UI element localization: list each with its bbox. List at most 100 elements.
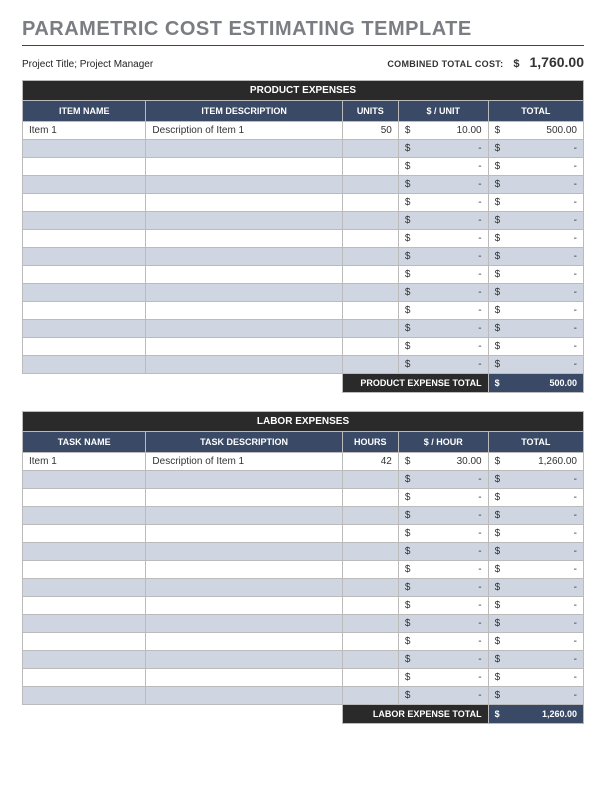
cell-rate[interactable]: $- [398, 471, 488, 489]
cell-units[interactable] [342, 266, 398, 284]
cell-name[interactable] [23, 248, 146, 266]
cell-description[interactable] [146, 687, 342, 705]
cell-rate[interactable]: $- [398, 633, 488, 651]
cell-name[interactable] [23, 687, 146, 705]
cell-rate[interactable]: $- [398, 176, 488, 194]
cell-rate[interactable]: $- [398, 543, 488, 561]
cell-units[interactable] [342, 230, 398, 248]
cell-description[interactable] [146, 543, 342, 561]
cell-name[interactable]: Item 1 [23, 453, 146, 471]
cell-description[interactable] [146, 633, 342, 651]
cell-units[interactable] [342, 669, 398, 687]
cell-rate[interactable]: $- [398, 194, 488, 212]
cell-description[interactable] [146, 212, 342, 230]
cell-rate[interactable]: $- [398, 230, 488, 248]
cell-name[interactable] [23, 543, 146, 561]
cell-description[interactable] [146, 158, 342, 176]
cell-name[interactable] [23, 471, 146, 489]
cell-description[interactable] [146, 194, 342, 212]
cell-rate[interactable]: $- [398, 320, 488, 338]
cell-rate[interactable]: $- [398, 687, 488, 705]
cell-units[interactable] [342, 543, 398, 561]
cell-name[interactable] [23, 194, 146, 212]
cell-units[interactable] [342, 561, 398, 579]
cell-units[interactable] [342, 651, 398, 669]
cell-description[interactable] [146, 284, 342, 302]
cell-description[interactable] [146, 356, 342, 374]
cell-description[interactable] [146, 338, 342, 356]
cell-description[interactable] [146, 615, 342, 633]
cell-units[interactable] [342, 687, 398, 705]
cell-units[interactable] [342, 140, 398, 158]
cell-name[interactable] [23, 140, 146, 158]
cell-name[interactable] [23, 525, 146, 543]
cell-units[interactable] [342, 176, 398, 194]
cell-description[interactable] [146, 651, 342, 669]
cell-description[interactable] [146, 579, 342, 597]
cell-description[interactable] [146, 140, 342, 158]
cell-rate[interactable]: $- [398, 615, 488, 633]
cell-units[interactable] [342, 158, 398, 176]
cell-units[interactable] [342, 633, 398, 651]
cell-name[interactable] [23, 489, 146, 507]
cell-description[interactable] [146, 489, 342, 507]
cell-rate[interactable]: $- [398, 597, 488, 615]
cell-units[interactable] [342, 212, 398, 230]
cell-name[interactable] [23, 561, 146, 579]
cell-name[interactable] [23, 507, 146, 525]
cell-rate[interactable]: $30.00 [398, 453, 488, 471]
cell-rate[interactable]: $- [398, 525, 488, 543]
cell-rate[interactable]: $- [398, 266, 488, 284]
cell-description[interactable] [146, 176, 342, 194]
cell-description[interactable] [146, 669, 342, 687]
cell-name[interactable] [23, 669, 146, 687]
cell-description[interactable] [146, 471, 342, 489]
cell-name[interactable] [23, 284, 146, 302]
cell-units[interactable] [342, 525, 398, 543]
cell-units[interactable] [342, 194, 398, 212]
cell-name[interactable] [23, 597, 146, 615]
cell-name[interactable] [23, 176, 146, 194]
cell-name[interactable] [23, 338, 146, 356]
cell-name[interactable] [23, 356, 146, 374]
cell-rate[interactable]: $- [398, 507, 488, 525]
cell-units[interactable] [342, 471, 398, 489]
cell-name[interactable]: Item 1 [23, 122, 146, 140]
cell-name[interactable] [23, 320, 146, 338]
cell-rate[interactable]: $- [398, 338, 488, 356]
cell-units[interactable] [342, 615, 398, 633]
cell-name[interactable] [23, 230, 146, 248]
cell-rate[interactable]: $- [398, 284, 488, 302]
cell-units[interactable] [342, 302, 398, 320]
cell-description[interactable] [146, 561, 342, 579]
cell-rate[interactable]: $- [398, 561, 488, 579]
cell-rate[interactable]: $- [398, 302, 488, 320]
cell-name[interactable] [23, 615, 146, 633]
cell-description[interactable] [146, 248, 342, 266]
cell-units[interactable]: 42 [342, 453, 398, 471]
cell-units[interactable] [342, 507, 398, 525]
cell-units[interactable] [342, 284, 398, 302]
cell-name[interactable] [23, 579, 146, 597]
cell-name[interactable] [23, 158, 146, 176]
cell-rate[interactable]: $- [398, 140, 488, 158]
cell-name[interactable] [23, 266, 146, 284]
cell-rate[interactable]: $- [398, 248, 488, 266]
cell-units[interactable] [342, 338, 398, 356]
cell-units[interactable] [342, 579, 398, 597]
cell-rate[interactable]: $10.00 [398, 122, 488, 140]
cell-description[interactable] [146, 320, 342, 338]
cell-units[interactable] [342, 489, 398, 507]
cell-units[interactable] [342, 320, 398, 338]
cell-description[interactable] [146, 597, 342, 615]
cell-name[interactable] [23, 651, 146, 669]
cell-description[interactable]: Description of Item 1 [146, 122, 342, 140]
cell-units[interactable]: 50 [342, 122, 398, 140]
cell-description[interactable] [146, 507, 342, 525]
cell-units[interactable] [342, 597, 398, 615]
cell-rate[interactable]: $- [398, 651, 488, 669]
cell-units[interactable] [342, 356, 398, 374]
cell-description[interactable] [146, 302, 342, 320]
cell-rate[interactable]: $- [398, 669, 488, 687]
cell-rate[interactable]: $- [398, 356, 488, 374]
